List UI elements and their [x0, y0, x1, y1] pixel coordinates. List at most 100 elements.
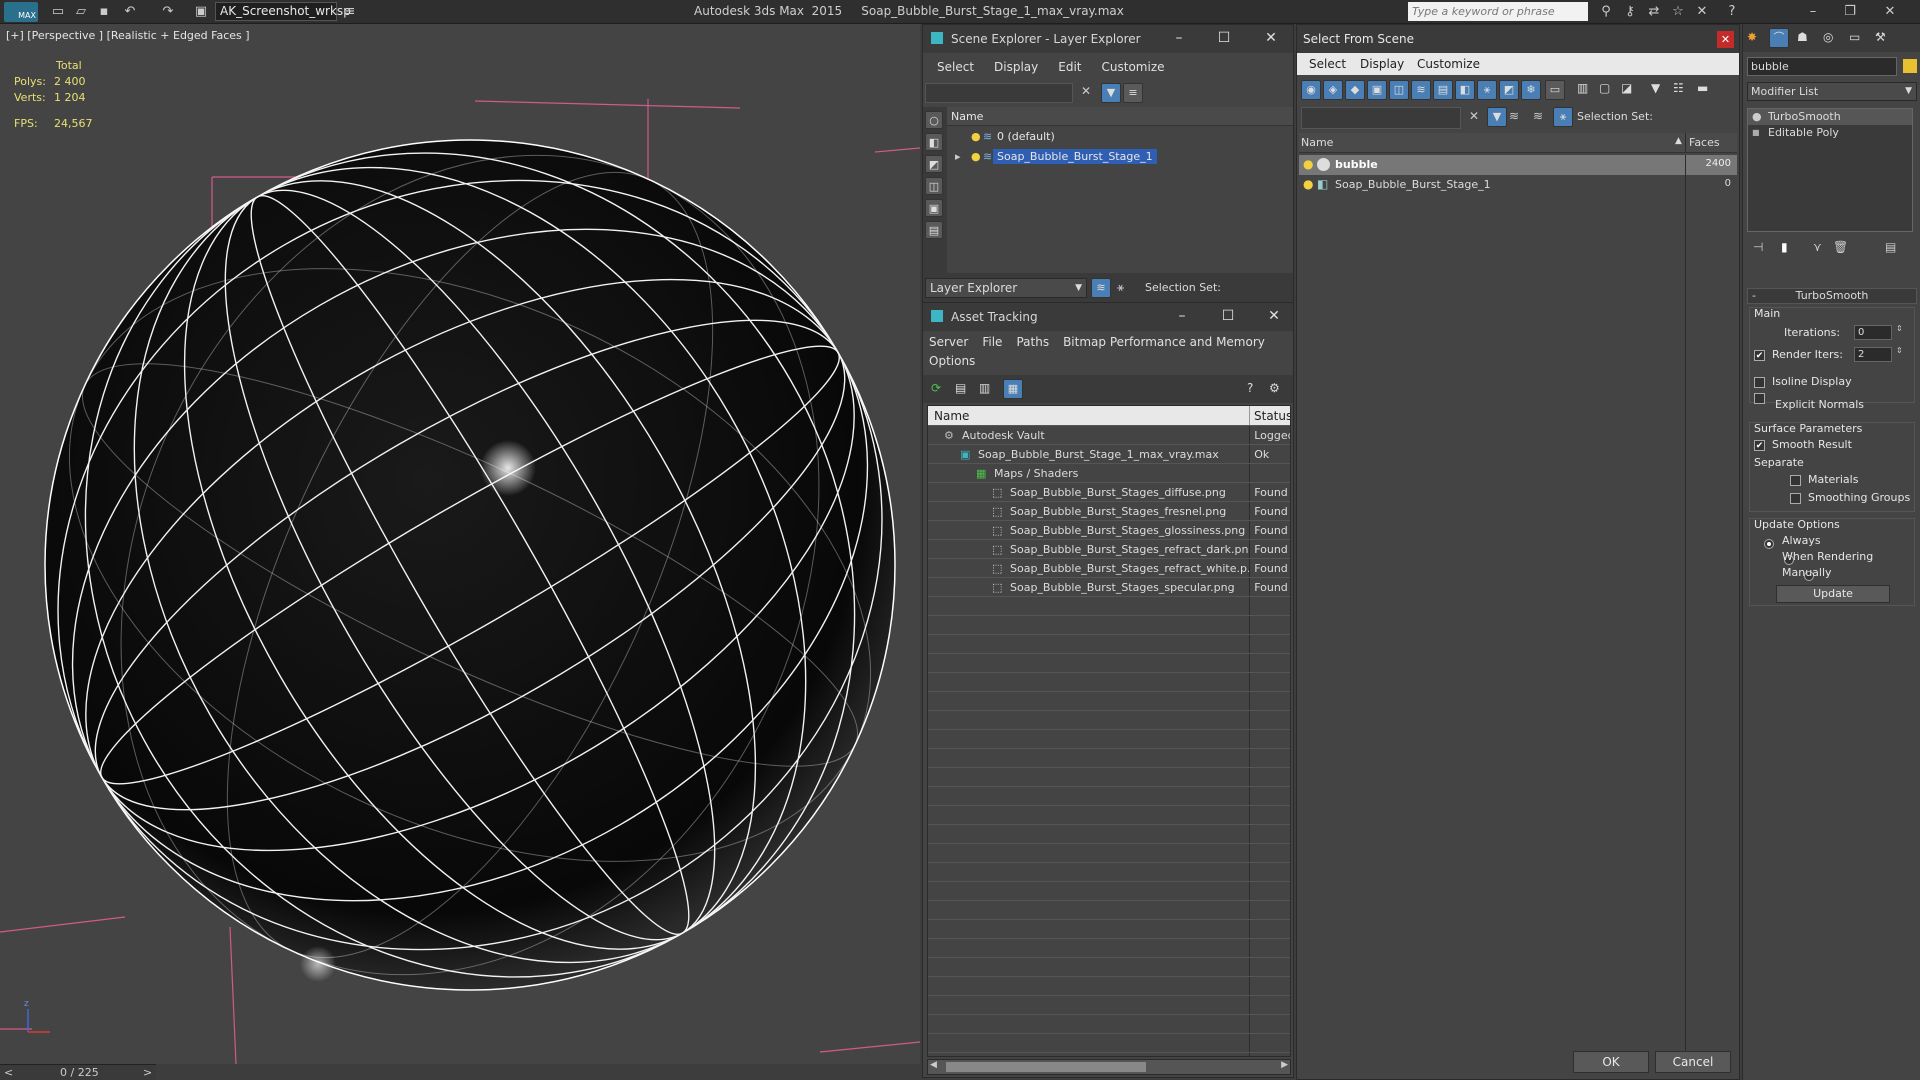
hierarchy-icon[interactable]: ⚹: [1117, 280, 1124, 295]
app-logo[interactable]: MAX: [4, 2, 38, 22]
project-icon[interactable]: ▣: [193, 4, 209, 20]
select-all-icon[interactable]: ▥: [1577, 81, 1588, 95]
perspective-viewport[interactable]: [+] [Perspective ] [Realistic + Edged Fa…: [0, 24, 920, 1064]
asset-row[interactable]: ⬚ Soap_Bubble_Burst_Stages_refract_dark.p…: [928, 540, 1290, 559]
filter-helpers-icon[interactable]: ◫: [1389, 80, 1409, 100]
asset-row[interactable]: ▦ Maps / Shaders: [928, 464, 1290, 483]
time-next-button[interactable]: >: [143, 1066, 152, 1079]
spinner-arrows-icon[interactable]: ⇕: [1896, 346, 1903, 355]
settings-icon[interactable]: ⚙: [1269, 381, 1280, 395]
materials-checkbox[interactable]: [1790, 475, 1801, 486]
filter-shapes-icon[interactable]: ◈: [1323, 80, 1343, 100]
scroll-thumb[interactable]: [946, 1062, 1146, 1072]
filter-bones-icon[interactable]: ⚹: [1477, 80, 1497, 100]
tree-view-icon[interactable]: ▥: [979, 381, 990, 395]
open-file-icon[interactable]: ▱: [73, 4, 89, 20]
menu-server[interactable]: Server: [929, 335, 968, 349]
smooth-result-checkbox[interactable]: ✔: [1754, 440, 1765, 451]
filter-frozen-icon[interactable]: ❄: [1521, 80, 1541, 100]
layer-filter-icon[interactable]: ≡: [1123, 83, 1143, 103]
horizontal-scrollbar[interactable]: ◀ ▶: [927, 1059, 1291, 1075]
filter-groups-icon[interactable]: ▤: [1433, 80, 1453, 100]
lightbulb-icon[interactable]: ●: [971, 127, 981, 146]
display-lights-icon[interactable]: ◫: [925, 177, 943, 195]
display-none-icon[interactable]: ○: [925, 111, 943, 129]
layer-name-header[interactable]: Name: [947, 107, 1293, 126]
menu-file[interactable]: File: [982, 335, 1002, 349]
filter-geometry-icon[interactable]: ◉: [1301, 80, 1321, 100]
motion-tab-icon[interactable]: ◎: [1823, 30, 1833, 44]
asset-row[interactable]: ▣ Soap_Bubble_Burst_Stage_1_max_vray.max O…: [928, 445, 1290, 464]
help-icon[interactable]: ?: [1724, 4, 1740, 20]
layer-row-default[interactable]: ● ≋ 0 (default): [947, 127, 1293, 146]
asset-row[interactable]: ⬚ Soap_Bubble_Burst_Stages_diffuse.png Fou…: [928, 483, 1290, 502]
always-radio[interactable]: [1764, 538, 1774, 549]
asset-tracking-titlebar[interactable]: Asset Tracking – ☐ ✕: [923, 303, 1293, 331]
display-cameras-icon[interactable]: ▣: [925, 199, 943, 217]
filter-icon[interactable]: ▼: [1651, 81, 1660, 95]
render-iters-checkbox[interactable]: ✔: [1754, 350, 1765, 361]
hierarchy-tab-icon[interactable]: ☗: [1797, 30, 1808, 44]
redo-icon[interactable]: ↷: [160, 4, 176, 20]
maximize-icon[interactable]: ☐: [1213, 30, 1235, 46]
configure-sets-icon[interactable]: ▤: [1885, 240, 1896, 254]
restore-icon[interactable]: ❐: [1842, 4, 1858, 20]
table-view-icon[interactable]: ▦: [1003, 379, 1023, 399]
menu-select[interactable]: Select: [1309, 57, 1346, 71]
asset-row[interactable]: ⬚ Soap_Bubble_Burst_Stages_specular.png Fo…: [928, 578, 1290, 597]
spinner-arrows-icon[interactable]: ⇕: [1896, 324, 1903, 333]
star-icon[interactable]: ☆: [1670, 4, 1686, 20]
object-row-bubble[interactable]: ● bubble 2400: [1299, 155, 1737, 175]
display-geometry-icon[interactable]: ◧: [925, 133, 943, 151]
binoculars-icon[interactable]: ⚲: [1598, 4, 1614, 20]
menu-edit[interactable]: Edit: [1058, 60, 1081, 74]
sort-layers-icon[interactable]: ≋: [1091, 278, 1111, 298]
clear-filter-icon[interactable]: ✕: [1469, 109, 1479, 123]
display-helpers-icon[interactable]: ▤: [925, 221, 943, 239]
smoothing-groups-checkbox[interactable]: [1790, 493, 1801, 504]
refresh-icon[interactable]: ⟳: [931, 381, 941, 395]
filter-lights-icon[interactable]: ◆: [1345, 80, 1365, 100]
scene-explorer-filter-input[interactable]: [925, 83, 1073, 103]
filter-xrefs-icon[interactable]: ◧: [1455, 80, 1475, 100]
menu-customize[interactable]: Customize: [1417, 57, 1480, 71]
display-filter-icon[interactable]: ▼: [1487, 107, 1507, 127]
pin-stack-icon[interactable]: ⊣: [1753, 240, 1763, 254]
menu-select[interactable]: Select: [937, 60, 974, 74]
isoline-checkbox[interactable]: [1754, 377, 1765, 388]
show-end-result-icon[interactable]: ▮: [1781, 240, 1788, 254]
sort-icon[interactable]: ≋: [1533, 109, 1543, 123]
asset-row[interactable]: ⬚ Soap_Bubble_Burst_Stages_refract_white.…: [928, 559, 1290, 578]
help-icon[interactable]: ?: [1247, 381, 1253, 395]
search-input[interactable]: Type a keyword or phrase: [1408, 2, 1588, 21]
menu-customize[interactable]: Customize: [1102, 60, 1165, 74]
workspace-dropdown[interactable]: AK_Screenshot_wrksp: [215, 2, 351, 21]
filter-containers-icon[interactable]: ◩: [1499, 80, 1519, 100]
expand-arrow-icon[interactable]: ▸: [955, 147, 961, 166]
remove-modifier-icon[interactable]: 🗑: [1833, 240, 1848, 254]
list-view-icon[interactable]: ▤: [955, 381, 966, 395]
exchange-icon[interactable]: ⇄: [1646, 4, 1662, 20]
expand-icon[interactable]: ■: [1752, 125, 1760, 141]
clear-filter-icon[interactable]: ✕: [1081, 84, 1091, 98]
asset-row[interactable]: ⚙ Autodesk Vault Logged: [928, 426, 1290, 445]
select-name-filter-input[interactable]: [1301, 107, 1461, 129]
time-slider[interactable]: < 0 / 225 >: [0, 1064, 156, 1080]
close-icon[interactable]: ✕: [1882, 4, 1898, 20]
cancel-button[interactable]: Cancel: [1655, 1051, 1731, 1073]
display-shapes-icon[interactable]: ◩: [925, 155, 943, 173]
col-faces-header[interactable]: Faces: [1689, 136, 1720, 149]
col-name-header[interactable]: Name: [928, 406, 1250, 425]
ok-button[interactable]: OK: [1573, 1051, 1649, 1073]
hierarchy-filter-icon[interactable]: ☷: [1673, 81, 1684, 95]
filter-spacewarps-icon[interactable]: ≋: [1411, 80, 1431, 100]
lightbulb-icon[interactable]: ●: [1303, 157, 1313, 171]
turbosmooth-rollout-header[interactable]: - TurboSmooth: [1747, 288, 1917, 304]
asset-row[interactable]: ⬚ Soap_Bubble_Burst_Stages_glossiness.png…: [928, 521, 1290, 540]
scene-explorer-titlebar[interactable]: Scene Explorer - Layer Explorer – ☐ ✕: [923, 25, 1293, 53]
hierarchy-view-icon[interactable]: ⚹: [1553, 107, 1573, 127]
col-status-header[interactable]: Status: [1250, 406, 1290, 425]
select-none-icon[interactable]: ▢: [1599, 81, 1610, 95]
menu-display[interactable]: Display: [994, 60, 1038, 74]
object-name-field[interactable]: bubble: [1747, 57, 1897, 76]
